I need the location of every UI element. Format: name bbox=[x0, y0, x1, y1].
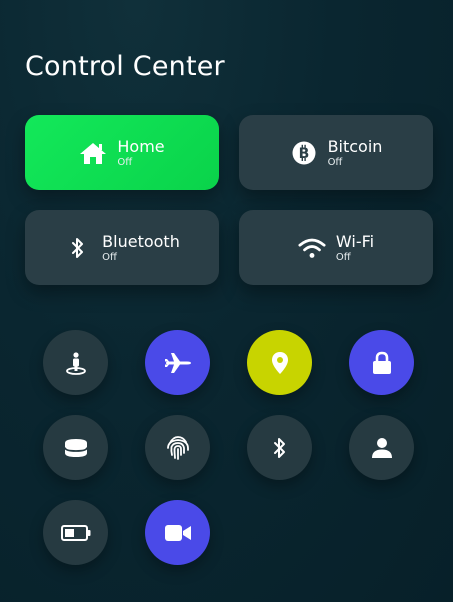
wifi-icon bbox=[298, 234, 326, 262]
battery-button[interactable] bbox=[43, 500, 108, 565]
home-tile[interactable]: Home Off bbox=[25, 115, 219, 190]
fingerprint-button[interactable] bbox=[145, 415, 210, 480]
video-camera-icon bbox=[164, 524, 192, 542]
lock-icon bbox=[372, 351, 392, 375]
user-button[interactable] bbox=[349, 415, 414, 480]
location-button[interactable] bbox=[247, 330, 312, 395]
wifi-tile[interactable]: Wi-Fi Off bbox=[239, 210, 433, 285]
database-button[interactable] bbox=[43, 415, 108, 480]
tile-label: Home bbox=[117, 136, 165, 156]
bluetooth-tile[interactable]: Bluetooth Off bbox=[25, 210, 219, 285]
user-icon bbox=[371, 437, 393, 459]
airplane-button[interactable] bbox=[145, 330, 210, 395]
tile-label: Wi-Fi bbox=[335, 231, 375, 251]
street-view-button[interactable] bbox=[43, 330, 108, 395]
database-icon bbox=[63, 438, 88, 458]
bluetooth-icon bbox=[64, 234, 92, 262]
video-camera-button[interactable] bbox=[145, 500, 210, 565]
battery-icon bbox=[60, 524, 91, 541]
bitcoin-tile[interactable]: B Bitcoin Off bbox=[239, 115, 433, 190]
location-pin-icon bbox=[270, 351, 290, 375]
tile-label: Bitcoin bbox=[327, 136, 383, 156]
tile-state: Off bbox=[335, 251, 351, 263]
airplane-icon bbox=[164, 352, 192, 374]
tile-state: Off bbox=[117, 156, 133, 168]
fingerprint-icon bbox=[166, 435, 190, 461]
page-title: Control Center bbox=[25, 51, 225, 82]
bluetooth-icon bbox=[272, 436, 288, 460]
bluetooth-button[interactable] bbox=[247, 415, 312, 480]
tile-label: Bluetooth bbox=[102, 231, 180, 251]
lock-button[interactable] bbox=[349, 330, 414, 395]
tile-state: Off bbox=[327, 156, 343, 168]
tile-state: Off bbox=[102, 251, 117, 263]
bitcoin-icon: B bbox=[290, 139, 318, 167]
street-view-icon bbox=[64, 351, 88, 375]
home-icon bbox=[79, 139, 107, 167]
svg-text:B: B bbox=[298, 146, 309, 162]
